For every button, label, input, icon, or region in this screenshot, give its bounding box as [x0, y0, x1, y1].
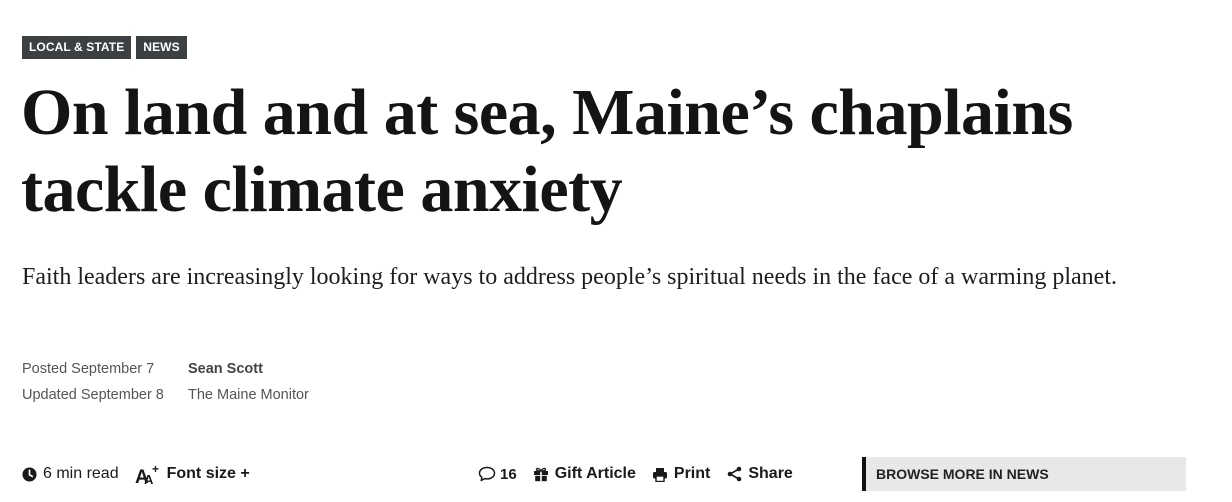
font-size-button[interactable]: A A + Font size + [135, 463, 250, 485]
tag-local-state[interactable]: LOCAL & STATE [22, 36, 132, 59]
tag-news[interactable]: NEWS [136, 36, 187, 59]
print-label: Print [673, 465, 711, 482]
share-label: Share [748, 465, 793, 482]
article-headline: On land and at sea, Maine’s chaplains ta… [21, 76, 1073, 226]
font-size-icon: A A + [135, 463, 159, 485]
share-icon [728, 466, 742, 482]
gift-article-label: Gift Article [554, 465, 636, 482]
share-button[interactable]: Share [727, 465, 793, 483]
gift-icon [533, 467, 548, 482]
author-organization: The Maine Monitor [188, 387, 309, 403]
publish-dates: Posted September 7 Updated September 8 [22, 356, 164, 408]
printer-icon [652, 467, 667, 482]
article-tools-right: 16 Gift Article Print Share [478, 462, 793, 486]
gift-article-button[interactable]: Gift Article [533, 465, 636, 483]
byline: Sean Scott The Maine Monitor [188, 356, 309, 408]
print-button[interactable]: Print [652, 465, 710, 483]
author-name[interactable]: Sean Scott [188, 356, 309, 382]
comment-bubble-icon [478, 466, 496, 482]
font-size-label: Font size + [166, 465, 250, 482]
clock-icon [22, 466, 37, 482]
read-time: 6 min read [22, 465, 119, 483]
posted-date: Posted September 7 [22, 361, 155, 377]
article-tools-left: 6 min read A A + Font size + [22, 462, 250, 486]
comments-button[interactable]: 16 [478, 466, 517, 483]
updated-date: Updated September 8 [22, 387, 164, 403]
svg-text:+: + [152, 463, 159, 476]
read-time-label: 6 min read [43, 465, 119, 482]
comment-count: 16 [500, 465, 517, 483]
article-subheadline: Faith leaders are increasingly looking f… [22, 264, 1117, 290]
section-tags: LOCAL & STATE NEWS [22, 36, 187, 59]
browse-more-button[interactable]: BROWSE MORE IN NEWS [862, 457, 1186, 491]
